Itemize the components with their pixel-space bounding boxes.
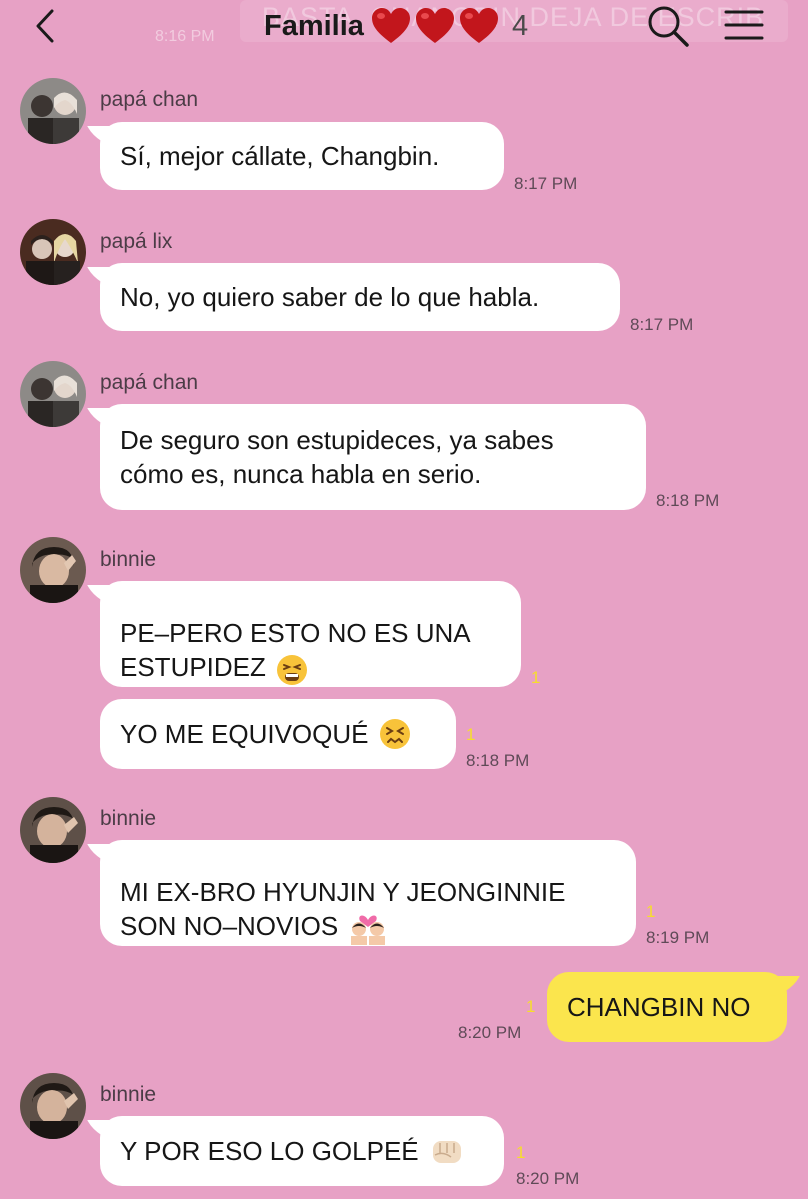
message-text: CHANGBIN NO: [567, 992, 751, 1022]
message-time: 8:20 PM: [516, 1169, 580, 1188]
message-content: PE–PERO ESTO NO ES UNA ESTUPIDEZ: [120, 582, 471, 685]
avatar[interactable]: [20, 361, 86, 427]
message-time: 8:18 PM: [466, 751, 530, 770]
message-time: 8:20 PM: [458, 1023, 522, 1042]
unread-count: 1: [516, 1143, 526, 1162]
sender-name: binnie: [100, 548, 157, 571]
unread-count: 1: [646, 902, 656, 921]
chevron-left-icon: [36, 9, 54, 43]
profile-photo-icon: [20, 361, 86, 427]
message-text: YO ME EQUIVOQUÉ: [120, 719, 369, 749]
message-bubble[interactable]: MI EX-BRO HYUNJIN Y JEONGINNIE SON NO–NO…: [100, 840, 636, 946]
profile-photo-icon: [20, 537, 86, 603]
heart-icon: [415, 8, 454, 43]
couple-with-heart-emoji: [351, 915, 386, 946]
sender-name: binnie: [100, 1083, 157, 1106]
message-time: 8:18 PM: [656, 491, 720, 510]
sender-name: papá chan: [100, 371, 199, 394]
back-button[interactable]: [28, 6, 68, 46]
oncoming-fist-emoji: [432, 1141, 461, 1163]
search-button[interactable]: [646, 4, 690, 48]
chat-title: Familia: [264, 9, 364, 42]
message-bubble[interactable]: YO ME EQUIVOQUÉ: [100, 699, 456, 769]
message-time: 8:19 PM: [646, 928, 710, 947]
tired-face-emoji: [276, 654, 307, 685]
message-text: No, yo quiero saber de lo que habla.: [120, 282, 540, 312]
message-text: Y POR ESO LO GOLPEÉ: [120, 1136, 419, 1166]
confounded-face-emoji: [379, 719, 410, 749]
unread-count: 1: [526, 997, 536, 1016]
message-time: 8:17 PM: [514, 174, 578, 193]
my-message-bubble[interactable]: CHANGBIN NO: [547, 972, 787, 1042]
message-text: MI EX-BRO HYUNJIN Y JEONGINNIE SON NO–NO…: [120, 876, 566, 941]
avatar[interactable]: [20, 78, 86, 144]
profile-photo-icon: [20, 78, 86, 144]
sender-name: papá lix: [100, 230, 173, 253]
avatar[interactable]: [20, 1073, 86, 1139]
message-bubble[interactable]: PE–PERO ESTO NO ES UNA ESTUPIDEZ: [100, 581, 521, 687]
chat-title-group[interactable]: Familia 4: [264, 4, 528, 48]
message-bubble[interactable]: Y POR ESO LO GOLPEÉ: [100, 1116, 504, 1186]
message-bubble[interactable]: Sí, mejor cállate, Changbin.: [100, 122, 504, 190]
title-hearts: [370, 6, 500, 46]
heart-icon: [371, 8, 410, 43]
sender-name: binnie: [100, 807, 157, 830]
unread-count: 1: [466, 725, 476, 744]
message-time: 8:17 PM: [630, 315, 694, 334]
message-text: Sí, mejor cállate, Changbin.: [120, 141, 440, 171]
unread-count: 1: [531, 668, 541, 687]
avatar[interactable]: [20, 797, 86, 863]
hamburger-menu-icon: [724, 10, 764, 40]
avatar[interactable]: [20, 537, 86, 603]
message-bubble[interactable]: No, yo quiero saber de lo que habla.: [100, 263, 620, 331]
avatar[interactable]: [20, 219, 86, 285]
member-count: 4: [511, 9, 529, 42]
menu-button[interactable]: [722, 6, 766, 46]
message-content: MI EX-BRO HYUNJIN Y JEONGINNIE SON NO–NO…: [120, 841, 566, 946]
chat-header: BASTA, CHANGBIN DEJA DE ESCRIB 8:16 PM F…: [0, 0, 808, 52]
search-icon: [648, 6, 689, 47]
profile-photo-icon: [20, 219, 86, 285]
pinned-notice-time: 8:16 PM: [155, 28, 215, 45]
heart-icon: [459, 8, 498, 43]
profile-photo-icon: [20, 1073, 86, 1139]
profile-photo-icon: [20, 797, 86, 863]
message-text: De seguro son estupideces, ya sabes cómo…: [120, 425, 554, 489]
message-bubble[interactable]: De seguro son estupideces, ya sabes cómo…: [100, 404, 646, 510]
sender-name: papá chan: [100, 88, 199, 111]
